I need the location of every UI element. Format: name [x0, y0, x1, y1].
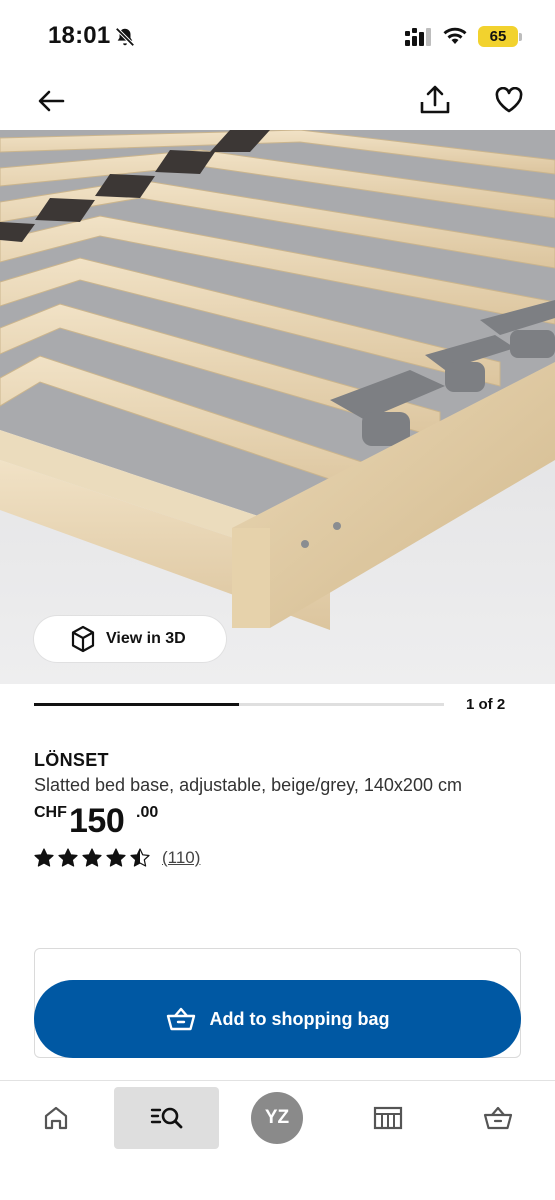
arrow-left-icon: [38, 90, 65, 112]
avatar: YZ: [251, 1092, 303, 1144]
image-pager-progress: [34, 703, 239, 706]
star-full-icon: [34, 848, 54, 867]
review-count-link[interactable]: (110): [162, 848, 200, 868]
store-icon: [373, 1106, 403, 1130]
image-pager-count: 1 of 2: [466, 696, 506, 713]
nav-store[interactable]: [358, 1087, 418, 1149]
battery-indicator: 65: [478, 26, 518, 47]
star-full-icon: [106, 848, 126, 867]
bell-muted-icon: [115, 27, 135, 47]
basket-icon: [166, 1007, 195, 1031]
price-integer: 150: [69, 802, 125, 840]
product-photo: [0, 130, 555, 684]
star-full-icon: [58, 848, 78, 867]
star-half-icon: [130, 848, 150, 867]
status-bar: 18:01 65: [0, 0, 555, 72]
price-currency: CHF: [34, 804, 67, 821]
heart-icon: [495, 87, 523, 113]
star-full-icon: [82, 848, 102, 867]
favourite-button[interactable]: [492, 82, 526, 118]
battery-tip: [519, 33, 522, 41]
product-name: LÖNSET: [34, 750, 109, 770]
nav-home[interactable]: [26, 1087, 86, 1149]
home-icon: [44, 1106, 68, 1130]
wifi-icon: [443, 27, 467, 44]
add-to-bag-button[interactable]: Add to shopping bag: [34, 980, 521, 1058]
cube-3d-icon: [71, 625, 95, 653]
share-icon: [420, 85, 450, 114]
basket-icon: [483, 1106, 513, 1130]
share-button[interactable]: [418, 82, 452, 118]
view-in-3d-button[interactable]: View in 3D: [34, 616, 226, 662]
product-description: Slatted bed base, adjustable, beige/grey…: [34, 775, 462, 795]
back-button[interactable]: [34, 84, 68, 118]
rating-stars: [34, 848, 150, 868]
cellular-signal-icon: [405, 28, 431, 46]
bottom-nav: YZ: [0, 1080, 555, 1200]
nav-search[interactable]: [114, 1087, 219, 1149]
nav-profile[interactable]: YZ: [249, 1087, 305, 1149]
status-time: 18:01: [48, 22, 111, 49]
search-icon: [150, 1107, 182, 1129]
add-to-bag-label: Add to shopping bag: [209, 1008, 390, 1029]
price-decimal: .00: [136, 804, 159, 821]
image-pager-track: [34, 703, 444, 706]
product-image[interactable]: [0, 130, 555, 684]
nav-basket[interactable]: [468, 1087, 528, 1149]
view-in-3d-label: View in 3D: [106, 630, 186, 647]
product-rating: (110): [34, 848, 200, 868]
top-nav: [0, 72, 555, 130]
